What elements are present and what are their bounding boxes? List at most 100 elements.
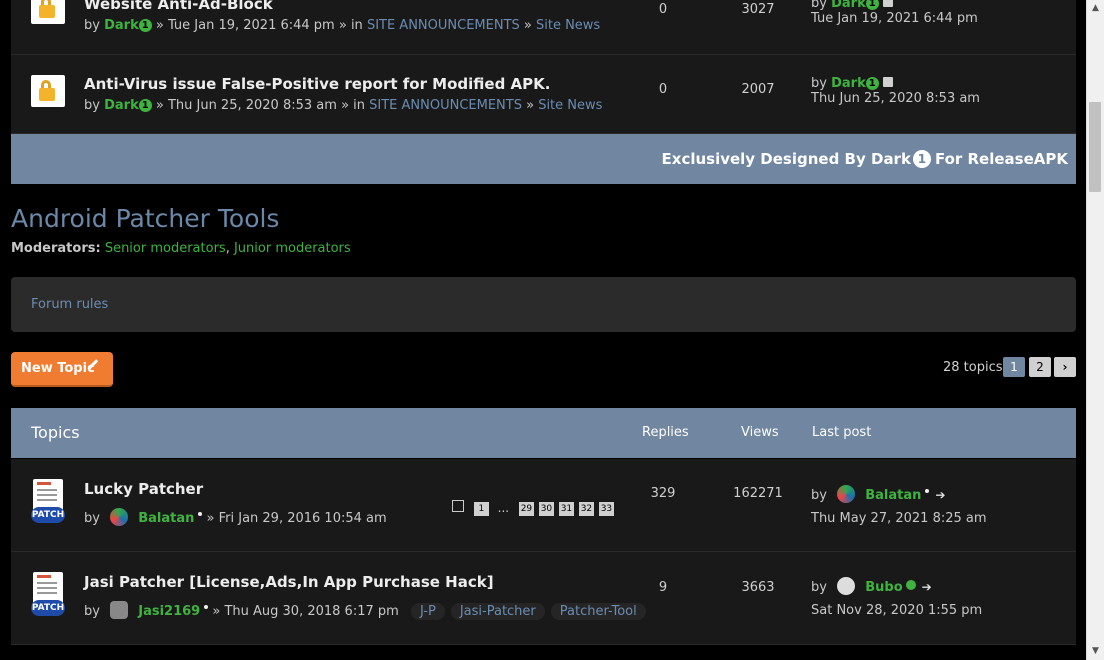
topic-tag[interactable]: Patcher-Tool	[550, 603, 646, 620]
author-link[interactable]: Jasi2169	[138, 604, 200, 619]
last-post-date: Tue Jan 19, 2021 6:44 pm	[811, 11, 978, 26]
by-label: by	[811, 0, 827, 11]
views-count: 3027	[741, 2, 775, 17]
go-to-last-post-icon[interactable]: ➔	[935, 488, 945, 502]
online-status-dot	[198, 512, 203, 516]
junior-moderators-link[interactable]: Junior moderators	[234, 241, 351, 256]
last-post-date: Thu Jun 25, 2020 8:53 am	[811, 91, 980, 106]
go-to-last-post-icon[interactable]: ➔	[922, 580, 932, 594]
last-post: by Dark 1 Thu Jun 25, 2020 8:53 am	[811, 76, 980, 106]
forum-rules-panel: Forum rules	[11, 277, 1076, 332]
senior-moderators-link[interactable]: Senior moderators	[105, 241, 226, 256]
scroll-thumb[interactable]	[1089, 102, 1101, 192]
announcement-row: Website Anti-Ad-Block by Dark 1 » Tue Jan…	[11, 0, 1076, 55]
scroll-up-icon[interactable]: ▲	[1087, 0, 1104, 17]
topic-tag[interactable]: Jasi-Patcher	[450, 603, 545, 620]
topics-header: Topics Replies Views Last post	[11, 408, 1076, 458]
author-link[interactable]: Dark	[104, 18, 139, 33]
forum-rules-link[interactable]: Forum rules	[31, 297, 108, 312]
last-author-link[interactable]: Balatan	[865, 488, 921, 503]
by-label: by	[811, 488, 827, 503]
rank-badge: 1	[138, 99, 152, 112]
patch-topic-icon: PATCH	[31, 572, 65, 616]
topic-page-link[interactable]: 30	[538, 502, 554, 516]
avatar	[110, 601, 129, 619]
banner-text: Exclusively Designed By Dark 1 For Release…	[661, 150, 1068, 168]
topic-pagination: 1 ... 29 30 31 32 33	[452, 500, 619, 516]
rank-badge: 1	[865, 0, 879, 10]
views-count: 3663	[741, 580, 775, 595]
by-label: by	[84, 511, 100, 526]
last-author-link[interactable]: Bubo	[865, 580, 902, 595]
replies-count: 329	[650, 486, 676, 501]
topic-row: PATCH Lucky Patcher by Balatan » Fri Jan…	[11, 459, 1076, 552]
new-topic-button[interactable]: New Topic	[11, 352, 113, 387]
views-count: 162271	[733, 486, 783, 501]
views-heading: Views	[741, 425, 779, 440]
topic-title-link[interactable]: Anti-Virus issue False-Positive report f…	[84, 75, 550, 93]
topic-title-link[interactable]: Lucky Patcher	[84, 480, 203, 498]
rank-badge: 1	[912, 150, 931, 168]
replies-count: 0	[658, 2, 668, 17]
avatar	[837, 577, 856, 595]
page-2-button[interactable]: 2	[1029, 357, 1051, 377]
online-status-dot	[204, 605, 209, 609]
scroll-down-icon[interactable]: ▼	[1087, 643, 1104, 660]
announcement-row: Anti-Virus issue False-Positive report f…	[11, 55, 1076, 134]
replies-count: 0	[658, 82, 668, 97]
pages-icon	[452, 500, 464, 512]
view-latest-icon[interactable]	[882, 77, 893, 87]
subforum-link[interactable]: Site News	[538, 98, 602, 113]
topic-page-link[interactable]: 31	[558, 502, 574, 516]
moderators-label: Moderators:	[11, 241, 101, 256]
topics-heading: Topics	[31, 423, 80, 442]
author-link[interactable]: Dark	[104, 98, 139, 113]
next-page-button[interactable]: ›	[1054, 357, 1076, 377]
avatar	[837, 485, 856, 503]
topic-page-link[interactable]: 32	[578, 502, 594, 516]
topic-meta: by Dark 1 » Thu Jun 25, 2020 8:53 am » in…	[84, 98, 603, 113]
last-post-heading: Last post	[812, 425, 872, 440]
topic-page-link[interactable]: 33	[598, 502, 614, 516]
page-1-button[interactable]: 1	[1003, 357, 1025, 377]
vertical-scrollbar[interactable]: ▲ ▼	[1086, 0, 1104, 660]
ellipsis: ...	[497, 501, 510, 515]
online-status-dot	[925, 489, 930, 493]
by-label: by	[811, 580, 827, 595]
topic-meta: by Jasi2169 » Thu Aug 30, 2018 6:17 pm J…	[84, 601, 652, 620]
topic-meta: by Dark 1 » Tue Jan 19, 2021 6:44 pm » in…	[84, 18, 601, 33]
in-label: » in	[341, 98, 365, 113]
online-status-icon	[905, 580, 916, 590]
subforum-link[interactable]: Site News	[536, 18, 600, 33]
by-label: by	[84, 604, 100, 619]
forum-link[interactable]: SITE ANNOUNCEMENTS	[367, 18, 520, 33]
replies-heading: Replies	[642, 425, 689, 440]
new-topic-label: New Topic	[21, 361, 95, 376]
topic-date: » Fri Jan 29, 2016 10:54 am	[206, 511, 387, 526]
topic-page-link[interactable]: 29	[518, 502, 534, 516]
view-latest-icon[interactable]	[882, 0, 893, 7]
author-link[interactable]: Balatan	[138, 511, 194, 526]
last-post: by Bubo ➔ Sat Nov 28, 2020 1:55 pm	[811, 576, 982, 622]
last-post: by Dark 1 Tue Jan 19, 2021 6:44 pm	[811, 0, 978, 26]
topic-date: Thu Jun 25, 2020 8:53 am	[167, 98, 337, 113]
rank-badge: 1	[138, 19, 152, 32]
last-post-date: Sat Nov 28, 2020 1:55 pm	[811, 603, 983, 618]
last-author-link[interactable]: Dark	[831, 76, 866, 91]
topic-title-link[interactable]: Jasi Patcher [License,Ads,In App Purchas…	[84, 573, 494, 591]
topic-date: Tue Jan 19, 2021 6:44 pm	[167, 18, 335, 33]
locked-topic-icon	[31, 75, 65, 107]
by-label: by	[84, 98, 100, 113]
designer-banner: Exclusively Designed By Dark 1 For Release…	[11, 134, 1076, 184]
topic-page-link[interactable]: 1	[473, 502, 489, 516]
topic-tag[interactable]: J-P	[410, 603, 445, 620]
forum-link[interactable]: SITE ANNOUNCEMENTS	[369, 98, 522, 113]
by-label: by	[811, 76, 827, 91]
topic-meta: by Balatan » Fri Jan 29, 2016 10:54 am	[84, 508, 387, 526]
avatar	[110, 508, 129, 526]
forum-title[interactable]: Android Patcher Tools	[11, 204, 279, 233]
replies-count: 9	[658, 580, 668, 595]
moderators-line: Moderators: Senior moderators, Junior mo…	[11, 241, 351, 256]
last-author-link[interactable]: Dark	[831, 0, 866, 11]
topic-title-link[interactable]: Website Anti-Ad-Block	[84, 0, 273, 13]
